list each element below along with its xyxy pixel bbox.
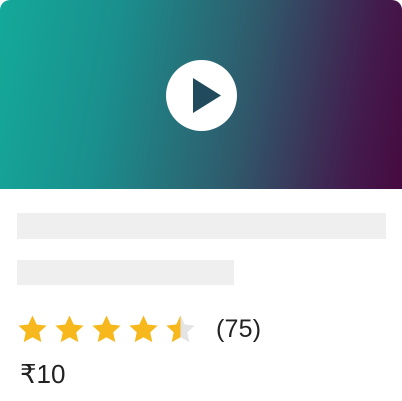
video-thumbnail[interactable] [0, 0, 402, 189]
star-icon [55, 314, 84, 342]
play-icon [193, 78, 221, 113]
half-star-icon [166, 314, 195, 342]
star-icon [129, 314, 158, 342]
star-icon [92, 314, 121, 342]
star-icon [18, 314, 47, 342]
rating-count: (75) [216, 315, 262, 343]
subtitle-placeholder [17, 260, 234, 285]
course-card[interactable]: (75) ₹10 [0, 0, 402, 401]
rating: (75) [16, 311, 261, 347]
title-placeholder [17, 213, 386, 239]
price: ₹10 [20, 359, 66, 389]
play-button[interactable] [166, 60, 237, 131]
